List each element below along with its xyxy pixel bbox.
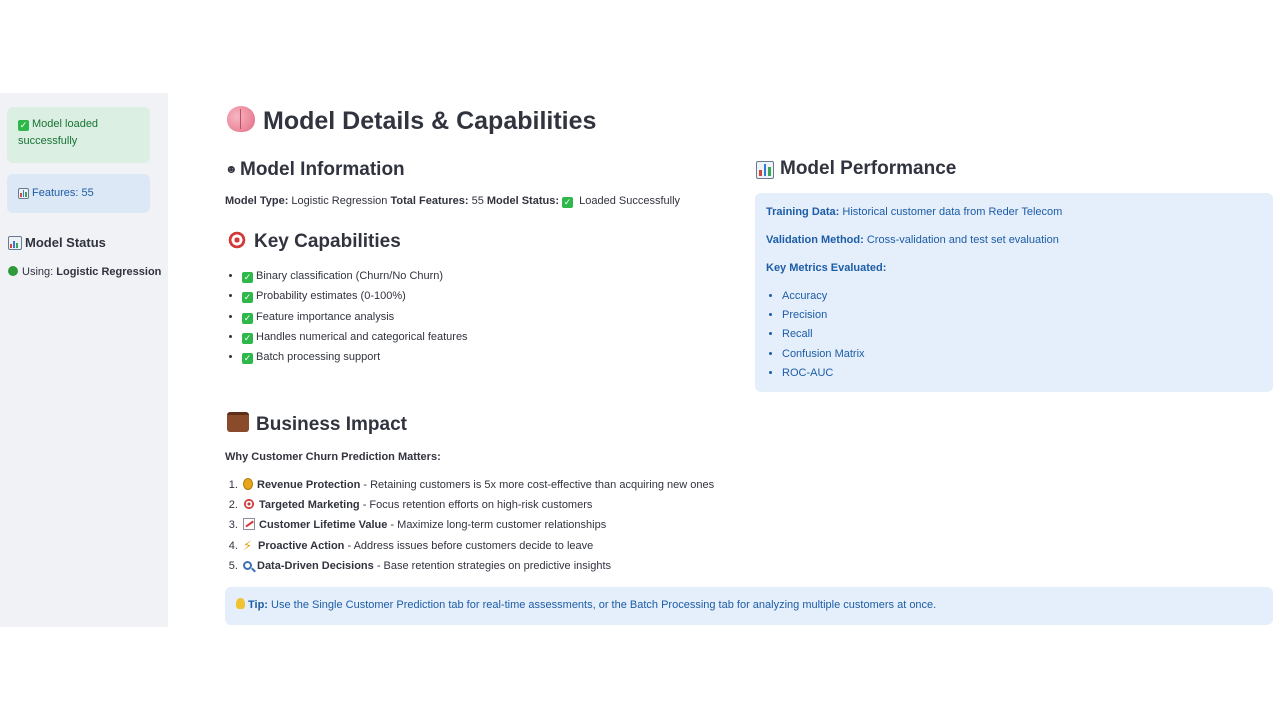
impact-desc: - Base retention strategies on predictiv… [373,559,612,572]
lightbulb-icon [236,598,245,609]
check-icon: ✓ [562,197,574,208]
target-icon [243,498,255,511]
business-impact-heading: Business Impact [227,412,407,436]
model-using-line: Using: Logistic Regression [8,266,161,278]
magnifier-icon [243,560,252,570]
total-features-value: 55 [471,195,484,207]
list-item: Customer Lifetime Value - Maximize long-… [241,517,714,537]
green-circle-icon [8,266,18,276]
training-data-label: Training Data: [766,206,840,218]
list-item: ✓Batch processing support [242,349,468,369]
metrics-list: Accuracy Precision Recall Confusion Matr… [766,289,865,385]
page-title-text: Model Details & Capabilities [263,107,597,135]
capability-text: Feature importance analysis [256,310,395,323]
target-icon [227,230,247,250]
bar-chart-icon [18,188,29,199]
bar-chart-icon [8,236,22,250]
impact-title: Customer Lifetime Value [259,519,388,532]
brain-icon [227,106,255,132]
list-item: ✓Feature importance analysis [242,309,468,329]
capability-text: Batch processing support [256,351,381,364]
impact-desc: - Maximize long-term customer relationsh… [387,519,607,532]
bolt-icon: ⚡ [243,537,253,553]
business-impact-heading-text: Business Impact [256,414,407,435]
business-impact-list: Revenue Protection - Retaining customers… [225,477,714,578]
using-value: Logistic Regression [56,266,162,278]
list-item: Recall [782,327,865,346]
capabilities-list: ✓Binary classification (Churn/No Churn) … [225,268,468,369]
features-alert: Features: 55 [7,174,150,213]
check-icon: ✓ [242,312,253,324]
model-performance-box: Training Data: Historical customer data … [755,193,1273,392]
list-item: Revenue Protection - Retaining customers… [241,477,714,497]
tip-text: Use the Single Customer Prediction tab f… [271,599,937,611]
list-item: Targeted Marketing - Focus retention eff… [241,497,714,517]
capability-text: Binary classification (Churn/No Churn) [256,270,444,282]
list-item: ✓Probability estimates (0-100%) [242,288,468,308]
list-item: Data-Driven Decisions - Base retention s… [241,558,714,578]
model-type-value: Logistic Regression [291,195,388,207]
training-data-line: Training Data: Historical customer data … [766,206,1062,218]
chart-up-icon [243,518,255,531]
list-item: ✓Handles numerical and categorical featu… [242,329,468,349]
check-icon: ✓ [18,120,29,131]
model-type-label: Model Type: [225,195,289,207]
validation-method-value: Cross-validation and test set evaluation [866,234,1059,246]
bar-chart-icon [756,161,774,179]
list-item: ⚡ Proactive Action - Address issues befor… [241,538,714,558]
validation-method-line: Validation Method: Cross-validation and … [766,234,1059,246]
briefcase-icon [227,412,249,432]
model-performance-heading-text: Model Performance [780,158,957,179]
model-status-label: Model Status: [486,195,560,207]
check-icon: ✓ [242,292,253,304]
check-icon: ✓ [242,332,253,344]
robot-icon: ☻ [225,162,238,176]
tip-label: Tip: [248,599,268,611]
key-capabilities-heading-text: Key Capabilities [254,231,401,252]
why-churn-matters: Why Customer Churn Prediction Matters: [225,451,441,463]
validation-method-label: Validation Method: [766,234,864,246]
medal-icon [243,478,253,490]
page-title: Model Details & Capabilities [227,106,596,136]
model-loaded-alert: ✓ Model loaded successfully [7,107,150,163]
training-data-value: Historical customer data from Reder Tele… [842,206,1063,218]
list-item: ROC-AUC [782,366,865,385]
impact-title: Data-Driven Decisions [257,559,374,572]
model-loaded-text: Model loaded successfully [18,118,99,147]
key-metrics-label-text: Key Metrics Evaluated: [766,262,887,274]
model-information-line: Model Type: Logistic Regression Total Fe… [225,195,680,208]
check-icon: ✓ [242,353,253,365]
list-item: Accuracy [782,289,865,308]
features-text: Features: 55 [32,187,94,199]
sidebar: ✓ Model loaded successfully Features: 55 … [0,93,168,627]
impact-title: Revenue Protection [257,479,361,491]
list-item: Confusion Matrix [782,347,865,366]
using-label: Using: [22,266,54,278]
list-item: ✓Binary classification (Churn/No Churn) [242,268,468,288]
impact-title: Proactive Action [258,539,345,552]
tip-box: Tip: Use the Single Customer Prediction … [225,587,1273,625]
list-item: Precision [782,308,865,327]
impact-desc: - Retaining customers is 5x more cost-ef… [360,479,715,491]
model-status-heading-text: Model Status [25,235,106,250]
impact-desc: - Focus retention efforts on high-risk c… [359,499,593,512]
impact-title: Targeted Marketing [259,499,360,512]
model-status-heading: Model Status [8,235,106,250]
check-icon: ✓ [242,272,253,283]
capability-text: Handles numerical and categorical featur… [256,330,468,343]
total-features-label: Total Features: [390,195,469,207]
capability-text: Probability estimates (0-100%) [256,290,406,303]
key-capabilities-heading: Key Capabilities [227,230,401,253]
model-information-heading-text: Model Information [240,159,405,180]
model-information-heading: ☻ Model Information [225,159,405,181]
key-metrics-label: Key Metrics Evaluated: [766,262,886,274]
model-status-value: Loaded Successfully [579,195,681,207]
impact-desc: - Address issues before customers decide… [344,539,594,552]
model-performance-heading: Model Performance [756,158,956,180]
